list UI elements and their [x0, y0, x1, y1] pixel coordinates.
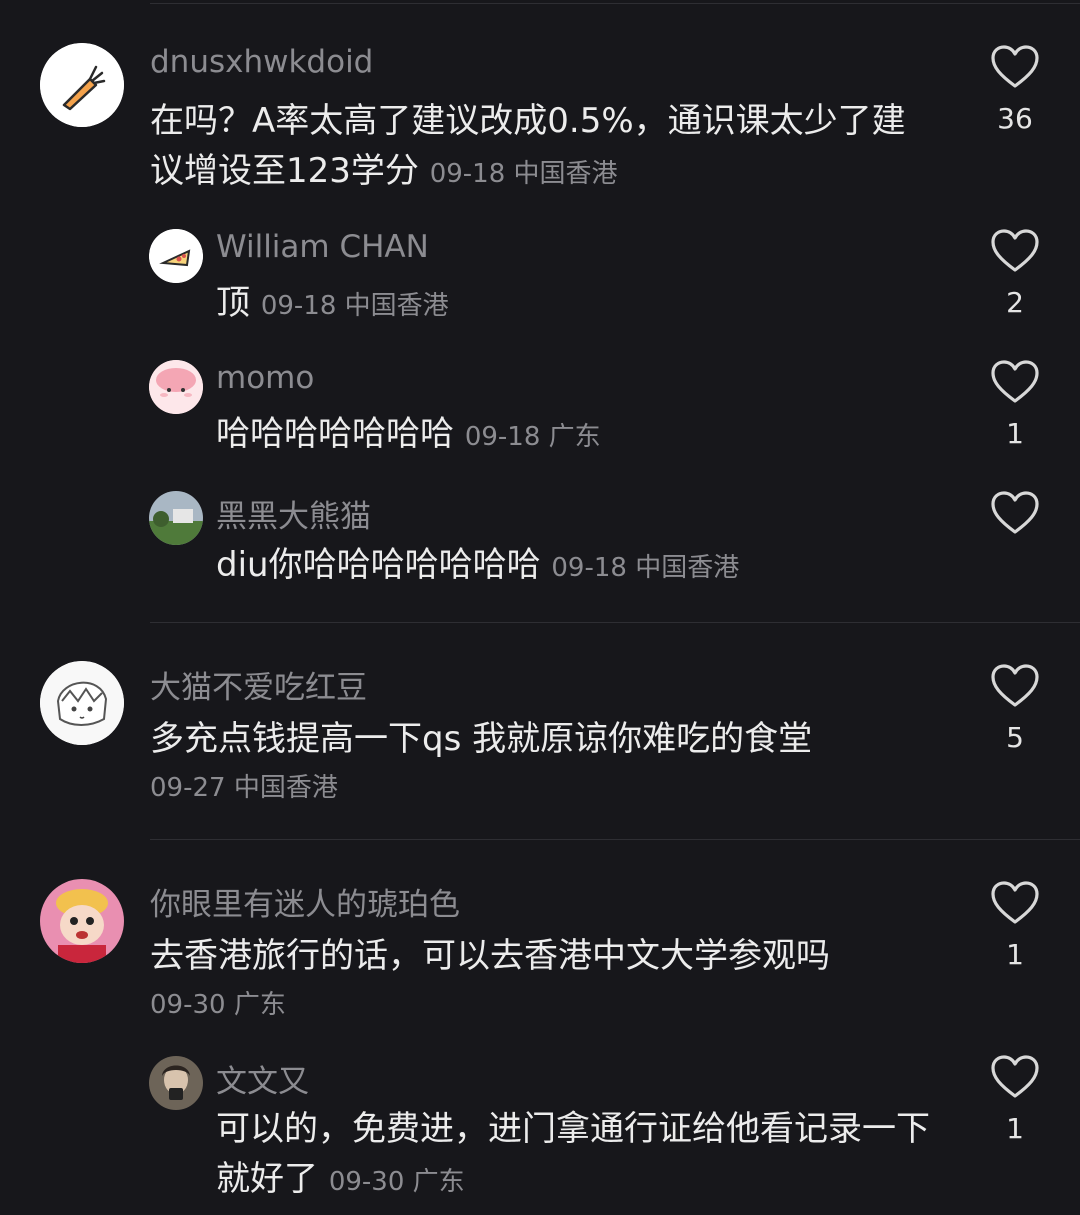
top-divider — [150, 3, 1080, 4]
heart-icon — [991, 1055, 1039, 1098]
reply-meta: 09-30 广东 — [328, 1167, 465, 1197]
avatar[interactable] — [149, 229, 203, 283]
heart-icon — [991, 881, 1039, 924]
landscape-avatar — [149, 491, 203, 545]
like-button[interactable]: 36 — [984, 44, 1046, 135]
comment-username[interactable]: dnusxhwkdoid — [150, 44, 373, 80]
comment-meta: 09-27 中国香港 — [150, 773, 338, 803]
reply-text: 可以的，免费进，进门拿通行证给他看记录一下就好了 09-30 广东 — [216, 1104, 936, 1207]
like-button[interactable] — [984, 490, 1046, 536]
like-count: 1 — [1006, 1112, 1024, 1145]
like-button[interactable]: 1 — [984, 359, 1046, 450]
comment-meta: 09-18 中国香港 — [429, 159, 618, 189]
reply-meta: 09-18 广东 — [464, 422, 601, 452]
reply-username[interactable]: 文文又 — [216, 1056, 309, 1101]
avatar[interactable] — [149, 491, 203, 545]
comment-text: 多充点钱提高一下qs 我就原谅你难吃的食堂 — [150, 714, 950, 764]
heart-icon — [991, 45, 1039, 88]
comment-text: 去香港旅行的话，可以去香港中文大学参观吗 — [150, 931, 950, 981]
like-count: 36 — [997, 102, 1033, 135]
reply-username[interactable]: William CHAN — [216, 229, 429, 265]
reply-body: diu你哈哈哈哈哈哈哈 — [216, 545, 541, 585]
avatar[interactable] — [149, 1056, 203, 1110]
comment-text: 在吗？A率太高了建议改成0.5%，通识课太少了建议增设至123学分 09-18 … — [150, 96, 930, 199]
heart-icon — [991, 664, 1039, 707]
puppet-avatar — [40, 879, 124, 963]
like-button[interactable]: 1 — [984, 1054, 1046, 1145]
like-button[interactable]: 1 — [984, 880, 1046, 971]
avatar[interactable] — [40, 661, 124, 745]
like-count: 1 — [1006, 938, 1024, 971]
reply-username[interactable]: 黑黑大熊猫 — [216, 491, 371, 536]
reply-body: 可以的，免费进，进门拿通行证给他看记录一下就好了 — [216, 1109, 930, 1199]
like-count: 1 — [1006, 417, 1024, 450]
like-button[interactable]: 5 — [984, 663, 1046, 754]
comment-username[interactable]: 大猫不爱吃红豆 — [150, 662, 367, 707]
avatar[interactable] — [149, 360, 203, 414]
avatar[interactable] — [40, 879, 124, 963]
reply-username[interactable]: momo — [216, 360, 314, 396]
pink-blob-avatar — [149, 360, 203, 414]
reply-meta: 09-18 中国香港 — [260, 291, 449, 321]
anime-sketch-avatar — [40, 661, 124, 745]
comment-body: 多充点钱提高一下qs 我就原谅你难吃的食堂 — [150, 719, 813, 759]
comment-username[interactable]: 你眼里有迷人的琥珀色 — [150, 879, 460, 924]
carrot-icon — [40, 43, 124, 127]
like-button[interactable]: 2 — [984, 228, 1046, 319]
comment-meta: 09-30 广东 — [150, 990, 286, 1020]
comment-body: 去香港旅行的话，可以去香港中文大学参观吗 — [150, 936, 830, 976]
selfie-avatar — [149, 1056, 203, 1110]
heart-icon — [991, 491, 1039, 534]
reply-text: diu你哈哈哈哈哈哈哈 09-18 中国香港 — [216, 540, 916, 593]
reply-body: 哈哈哈哈哈哈哈 — [216, 414, 454, 454]
heart-icon — [991, 360, 1039, 403]
heart-icon — [991, 229, 1039, 272]
reply-text: 哈哈哈哈哈哈哈 09-18 广东 — [216, 409, 916, 462]
reply-body: 顶 — [216, 283, 250, 323]
avatar[interactable] — [40, 43, 124, 127]
reply-meta: 09-18 中国香港 — [551, 553, 740, 583]
comment-divider — [150, 622, 1080, 623]
comment-divider — [150, 839, 1080, 840]
reply-text: 顶 09-18 中国香港 — [216, 278, 916, 331]
like-count: 5 — [1006, 721, 1024, 754]
pizza-icon — [149, 229, 203, 283]
like-count: 2 — [1006, 286, 1024, 319]
